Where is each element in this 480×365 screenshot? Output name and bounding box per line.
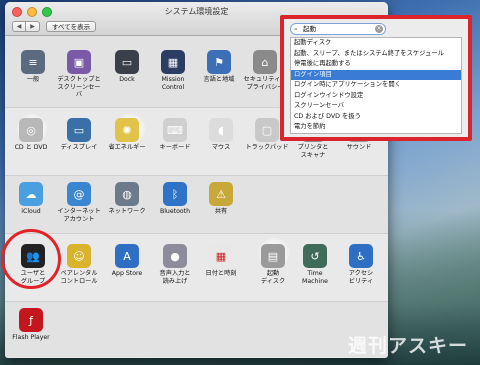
pane-label: CD と DVD (14, 144, 48, 151)
pane-label: 起動 ディスク (260, 270, 286, 285)
pane-label: デスクトップと スクリーンセーバ (57, 76, 101, 98)
pane-label: 一般 (26, 76, 40, 83)
search-result[interactable]: スクリーンセーバ (291, 101, 461, 112)
pane-label: 省エネルギー (108, 144, 146, 151)
pane-dictation[interactable]: ● 音声入力と 読み上げ (151, 244, 199, 285)
pane-label: マウス (211, 144, 231, 151)
pane-mouse[interactable]: ◖ マウス (197, 118, 245, 152)
pane-flash[interactable]: ƒ Flash Player (7, 308, 55, 342)
pane-startup-disk[interactable]: ▤ 起動 ディスク (249, 244, 297, 285)
mission-control-icon: ▦ (161, 50, 185, 74)
pane-energy[interactable]: ✺ 省エネルギー (103, 118, 151, 152)
section-internet: ☁ iCloud @ インターネット アカウント ◍ ネットワーク ᛒ Blue… (5, 176, 388, 234)
pane-bluetooth[interactable]: ᛒ Bluetooth (151, 182, 199, 216)
section-other: ƒ Flash Player (5, 302, 388, 357)
bulb-icon: ✺ (115, 118, 139, 142)
pane-language[interactable]: ⚑ 言語と地域 (195, 50, 243, 84)
trackpad-icon: ▢ (255, 118, 279, 142)
pane-general[interactable]: ≡ 一般 (9, 50, 57, 84)
search-input-value: 起動 (303, 25, 316, 33)
clear-search-icon[interactable]: × (375, 25, 383, 33)
flag-icon: ⚑ (207, 50, 231, 74)
pane-displays[interactable]: ▭ ディスプレイ (55, 118, 103, 152)
dock-icon: ▭ (115, 50, 139, 74)
red-highlight-circle (1, 229, 61, 289)
pane-label: キーボード (159, 144, 191, 151)
search-result-selected[interactable]: ログイン項目 (291, 69, 461, 80)
watermark-logo: 週刊アスキー (347, 335, 468, 357)
pane-label: アクセシ ビリティ (348, 270, 374, 285)
flash-icon: ƒ (19, 308, 43, 332)
globe-icon: ◍ (115, 182, 139, 206)
pane-desktop[interactable]: ▣ デスクトップと スクリーンセーバ (55, 50, 103, 99)
pane-label: ペアレンタル コントロール (60, 270, 98, 285)
pane-parental[interactable]: ☺ ペアレンタル コントロール (55, 244, 103, 285)
magnifier-icon: ⌕ (294, 25, 298, 33)
pane-accessibility[interactable]: ♿ アクセシ ビリティ (337, 244, 385, 285)
general-icon: ≡ (21, 50, 45, 74)
sharing-folder-icon: ⚠ (209, 182, 233, 206)
pane-internet-accounts[interactable]: @ インターネット アカウント (55, 182, 103, 223)
pane-network[interactable]: ◍ ネットワーク (103, 182, 151, 216)
pane-app-store[interactable]: A App Store (103, 244, 151, 278)
pane-label: iCloud (21, 208, 41, 215)
keyboard-icon: ⌨ (163, 118, 187, 142)
search-field[interactable]: ⌕ 起動 × (290, 23, 386, 35)
parental-icon: ☺ (67, 244, 91, 268)
pane-dock[interactable]: ▭ Dock (103, 50, 151, 84)
cloud-icon: ☁ (19, 182, 43, 206)
pane-time-machine[interactable]: ↺ Time Machine (291, 244, 339, 285)
section-system: 👥 ユーザと グループ ☺ ペアレンタル コントロール A App Store … (5, 234, 388, 302)
pane-label: インターネット アカウント (57, 208, 101, 223)
disc-icon: ◎ (19, 118, 43, 142)
pane-label: プリンタと スキャナ (297, 144, 329, 159)
pane-label: 音声入力と 読み上げ (159, 270, 191, 285)
microphone-icon: ● (163, 244, 187, 268)
pane-label: Bluetooth (159, 208, 191, 215)
pane-sharing[interactable]: ⚠ 共有 (197, 182, 245, 216)
house-icon: ⌂ (253, 50, 277, 74)
pane-date-time[interactable]: ▦ 日付と時刻 (197, 244, 245, 278)
pane-label: 言語と地域 (203, 76, 235, 83)
search-result[interactable]: 電力を節約 (291, 122, 461, 133)
pane-keyboard[interactable]: ⌨ キーボード (151, 118, 199, 152)
search-popup-highlight: ⌕ 起動 × 起動ディスク 起動、スリープ、またはシステム終了をスケジュール 停… (280, 15, 472, 141)
accessibility-icon: ♿ (349, 244, 373, 268)
pane-label: Time Machine (302, 270, 328, 285)
time-machine-icon: ↺ (303, 244, 327, 268)
calendar-icon: ▦ (209, 244, 233, 268)
pane-label: 日付と時刻 (205, 270, 237, 277)
display-icon: ▭ (67, 118, 91, 142)
mouse-icon: ◖ (209, 118, 233, 142)
desktop-icon: ▣ (67, 50, 91, 74)
search-result[interactable]: CD および DVD を扱う (291, 112, 461, 123)
pane-label: ディスプレイ (60, 144, 98, 151)
search-result[interactable]: ログイン時にアプリケーションを開く (291, 80, 461, 91)
pane-label: Mission Control (161, 76, 185, 91)
show-all-button[interactable]: すべてを表示 (46, 21, 97, 32)
pane-label: ネットワーク (108, 208, 146, 215)
search-result[interactable]: 起動、スリープ、またはシステム終了をスケジュール (291, 49, 461, 60)
forward-button[interactable]: ▶ (26, 21, 40, 32)
pane-label: トラックパッド (245, 144, 289, 151)
pane-label: App Store (111, 270, 143, 277)
search-result[interactable]: ログインウインドウ設定 (291, 91, 461, 102)
app-store-icon: A (115, 244, 139, 268)
pane-cd-dvd[interactable]: ◎ CD と DVD (7, 118, 55, 152)
pane-mission-control[interactable]: ▦ Mission Control (149, 50, 197, 91)
at-icon: @ (67, 182, 91, 206)
search-results-list: 起動ディスク 起動、スリープ、またはシステム終了をスケジュール 停電後に再起動す… (290, 37, 462, 134)
pane-label: Flash Player (12, 334, 50, 341)
pane-icloud[interactable]: ☁ iCloud (7, 182, 55, 216)
pane-label: サウンド (346, 144, 372, 151)
back-button[interactable]: ◀ (12, 21, 26, 32)
search-result[interactable]: 起動ディスク (291, 38, 461, 49)
disk-icon: ▤ (261, 244, 285, 268)
nav-buttons: ◀ ▶ (12, 21, 40, 32)
pane-label: Dock (119, 76, 135, 83)
pane-label: 共有 (214, 208, 228, 215)
bluetooth-icon: ᛒ (163, 182, 187, 206)
search-result[interactable]: 停電後に再起動する (291, 59, 461, 70)
